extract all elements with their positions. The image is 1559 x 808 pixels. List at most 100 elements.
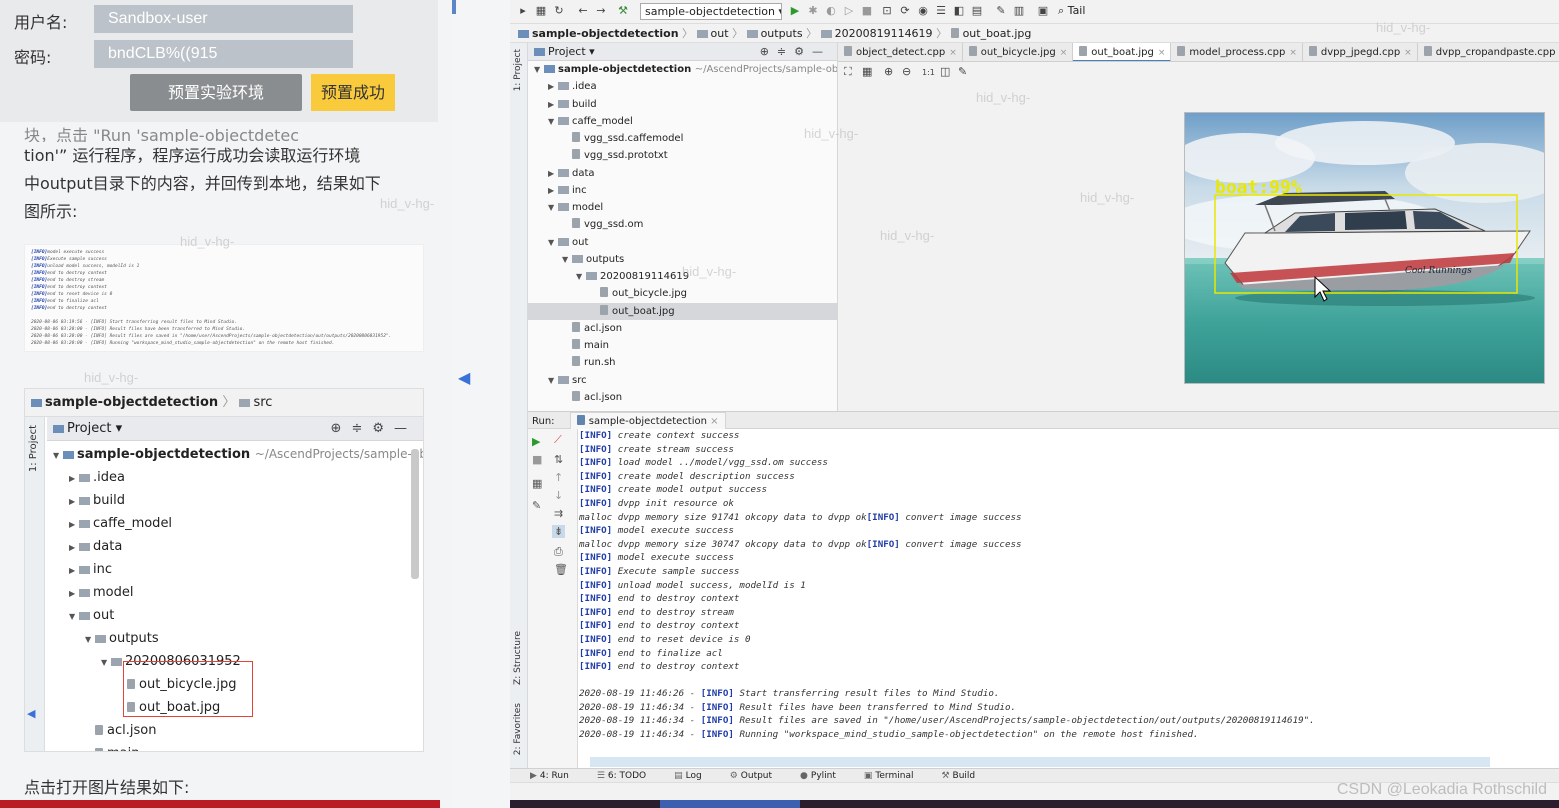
expand-right-icon[interactable]: ▶ xyxy=(69,582,79,605)
structure-icon[interactable]: ▥ xyxy=(1012,4,1026,18)
tree-folder-item[interactable]: ▶ model xyxy=(47,581,417,604)
sync-icon[interactable]: ↻ xyxy=(552,4,566,18)
password-field[interactable]: bndCLB%((915 xyxy=(94,40,353,68)
actual-size-button[interactable]: 1:1 xyxy=(922,68,935,77)
close-tab-icon[interactable]: × xyxy=(710,416,718,427)
expand-right-icon[interactable]: ▶ xyxy=(69,559,79,582)
breadcrumb-outputs[interactable]: outputs xyxy=(761,27,803,40)
zoom-in-icon[interactable]: ⊕ xyxy=(884,65,893,78)
soft-wrap-icon[interactable]: ⇉ xyxy=(554,507,563,520)
stop-icon[interactable]: ■ xyxy=(860,4,874,18)
zoom-out-icon[interactable]: ⊖ xyxy=(902,65,911,78)
expand-right-icon[interactable]: ▶ xyxy=(548,165,558,182)
expand-down-icon[interactable]: ▼ xyxy=(548,113,558,130)
profile-icon[interactable]: ▷ xyxy=(842,4,856,18)
expand-right-icon[interactable]: ▶ xyxy=(548,96,558,113)
rerun-icon[interactable]: ▶ xyxy=(532,435,540,448)
tool-window-tab[interactable]: ● Pylint xyxy=(800,771,850,781)
expand-left-icon[interactable]: ◀ xyxy=(458,368,470,387)
editor-tab[interactable]: dvpp_cropandpaste.cpp× xyxy=(1418,43,1559,61)
breadcrumb-out[interactable]: out xyxy=(711,27,729,40)
tree-folder-item[interactable]: ▶ inc xyxy=(528,182,837,199)
breadcrumb-date-folder[interactable]: 20200819114619 xyxy=(835,27,933,40)
expand-down-icon[interactable]: ▼ xyxy=(85,628,95,651)
stop-icon[interactable]: ■ xyxy=(532,453,542,466)
window-icon[interactable]: ▣ xyxy=(1036,4,1050,18)
build-hammer-icon[interactable]: ⚒ xyxy=(616,4,630,18)
project-header-label[interactable]: Project xyxy=(548,45,586,58)
tree-folder-item[interactable]: ▼ sample-objectdetection ~/AscendProjects… xyxy=(47,443,423,467)
tree-folder-item[interactable]: ▶ build xyxy=(47,489,417,512)
project-tool-tab[interactable]: 1: Project xyxy=(513,49,523,91)
breadcrumb-file[interactable]: out_boat.jpg xyxy=(963,27,1032,40)
tree-file-item[interactable]: run.sh xyxy=(528,354,837,371)
editor-tab[interactable]: out_bicycle.jpg × xyxy=(963,43,1074,61)
coverage-icon[interactable]: ◐ xyxy=(824,4,838,18)
tree-folder-item[interactable]: ▼ caffe_model xyxy=(528,113,837,130)
run-configuration-select[interactable]: sample-objectdetection ▾ xyxy=(640,3,782,20)
tree-folder-item[interactable]: ▼ out xyxy=(47,604,417,627)
username-field[interactable]: Sandbox-user xyxy=(94,5,353,33)
scroll-end-icon[interactable]: ⇟ xyxy=(552,525,566,538)
save-icon[interactable]: ▦ xyxy=(534,4,548,18)
print-icon[interactable]: ⎙ xyxy=(554,545,563,559)
tree-file-item[interactable]: vgg_ssd.om xyxy=(528,216,837,233)
expand-right-icon[interactable]: ▶ xyxy=(69,536,79,559)
favorites-tool-tab[interactable]: 2: Favorites xyxy=(513,703,523,755)
close-tab-icon[interactable]: × xyxy=(1289,48,1297,58)
tree-file-item[interactable]: acl.json xyxy=(528,320,837,337)
expand-down-icon[interactable]: ▼ xyxy=(101,651,111,674)
forward-icon[interactable]: → xyxy=(594,4,608,18)
tree-folder-item[interactable]: ▶ inc xyxy=(47,558,417,581)
debug-icon[interactable]: ✱ xyxy=(806,4,820,18)
trash-icon[interactable]: 🗑 xyxy=(554,563,568,576)
tree-file-item[interactable]: acl.json xyxy=(528,389,837,406)
tree-file-item[interactable]: main xyxy=(47,742,417,751)
tree-file-item[interactable]: out_boat.jpg xyxy=(528,302,837,320)
tree-folder-item[interactable]: ▼ model xyxy=(528,199,837,216)
tree-folder-item[interactable]: ▶ .idea xyxy=(528,78,837,95)
tree-file-item[interactable]: out_bicycle.jpg xyxy=(528,285,837,302)
tree-folder-item[interactable]: ▼ outputs xyxy=(47,627,417,650)
split-icon[interactable]: ◧ xyxy=(952,4,966,18)
tree-file-item[interactable]: vgg_ssd.prototxt xyxy=(528,147,837,164)
edit-config-icon[interactable]: ⟋ xyxy=(554,433,562,447)
close-tab-icon[interactable]: × xyxy=(1404,48,1412,58)
tree-folder-item[interactable]: ▶ caffe_model xyxy=(47,512,417,535)
tree-folder-item[interactable]: ▼ outputs xyxy=(528,251,837,268)
tool-window-tab[interactable]: ▤ Log xyxy=(674,771,716,781)
gear-icon[interactable]: ⚙ xyxy=(794,45,812,58)
down-icon[interactable]: ↓ xyxy=(554,489,563,502)
tail-button[interactable]: ⌕ Tail xyxy=(1058,4,1085,18)
minimize-icon[interactable]: — xyxy=(812,45,831,58)
tree-folder-item[interactable]: ▶ data xyxy=(47,535,417,558)
editor-tab[interactable]: out_boat.jpg × xyxy=(1073,43,1172,61)
expand-right-icon[interactable]: ▶ xyxy=(548,78,558,95)
tree-folder-item[interactable]: ▶ data xyxy=(528,165,837,182)
back-icon[interactable]: ← xyxy=(576,4,590,18)
wrench-icon[interactable]: ✎ xyxy=(994,4,1008,18)
tree-folder-item[interactable]: ▶ build xyxy=(528,96,837,113)
expand-down-icon[interactable]: ▼ xyxy=(562,251,572,268)
tool-window-tab[interactable]: ☰ 6: TODO xyxy=(597,771,660,781)
close-tab-icon[interactable]: × xyxy=(1060,48,1068,58)
tree-folder-item[interactable]: ▼ out xyxy=(528,234,837,251)
pin-icon[interactable]: ✎ xyxy=(532,499,541,512)
close-tab-icon[interactable]: × xyxy=(949,48,957,58)
tool-window-tab[interactable]: ▶ 4: Run xyxy=(530,771,583,781)
tree-folder-item[interactable]: ▶ .idea xyxy=(47,466,417,489)
expand-down-icon[interactable]: ▼ xyxy=(548,372,558,389)
tree-file-item[interactable]: vgg_ssd.caffemodel xyxy=(528,130,837,147)
tree-folder-item[interactable]: ▼ 20200819114619 xyxy=(528,268,837,285)
expand-down-icon[interactable]: ▼ xyxy=(534,61,544,78)
tree-folder-item[interactable]: ▼ src xyxy=(528,372,837,389)
structure-tool-tab[interactable]: Z: Structure xyxy=(513,631,523,685)
expand-down-icon[interactable]: ▼ xyxy=(53,444,63,467)
expand-right-icon[interactable]: ▶ xyxy=(548,182,558,199)
run-tab[interactable]: sample-objectdetection × xyxy=(569,412,726,430)
tree-file-item[interactable]: acl.json xyxy=(47,719,417,742)
preset-environment-button[interactable]: 预置实验环境 xyxy=(130,74,302,111)
collapse-all-icon[interactable]: ≑ xyxy=(777,45,794,58)
open-icon[interactable]: ▸ xyxy=(516,4,530,18)
view-icon[interactable]: ◉ xyxy=(916,4,930,18)
